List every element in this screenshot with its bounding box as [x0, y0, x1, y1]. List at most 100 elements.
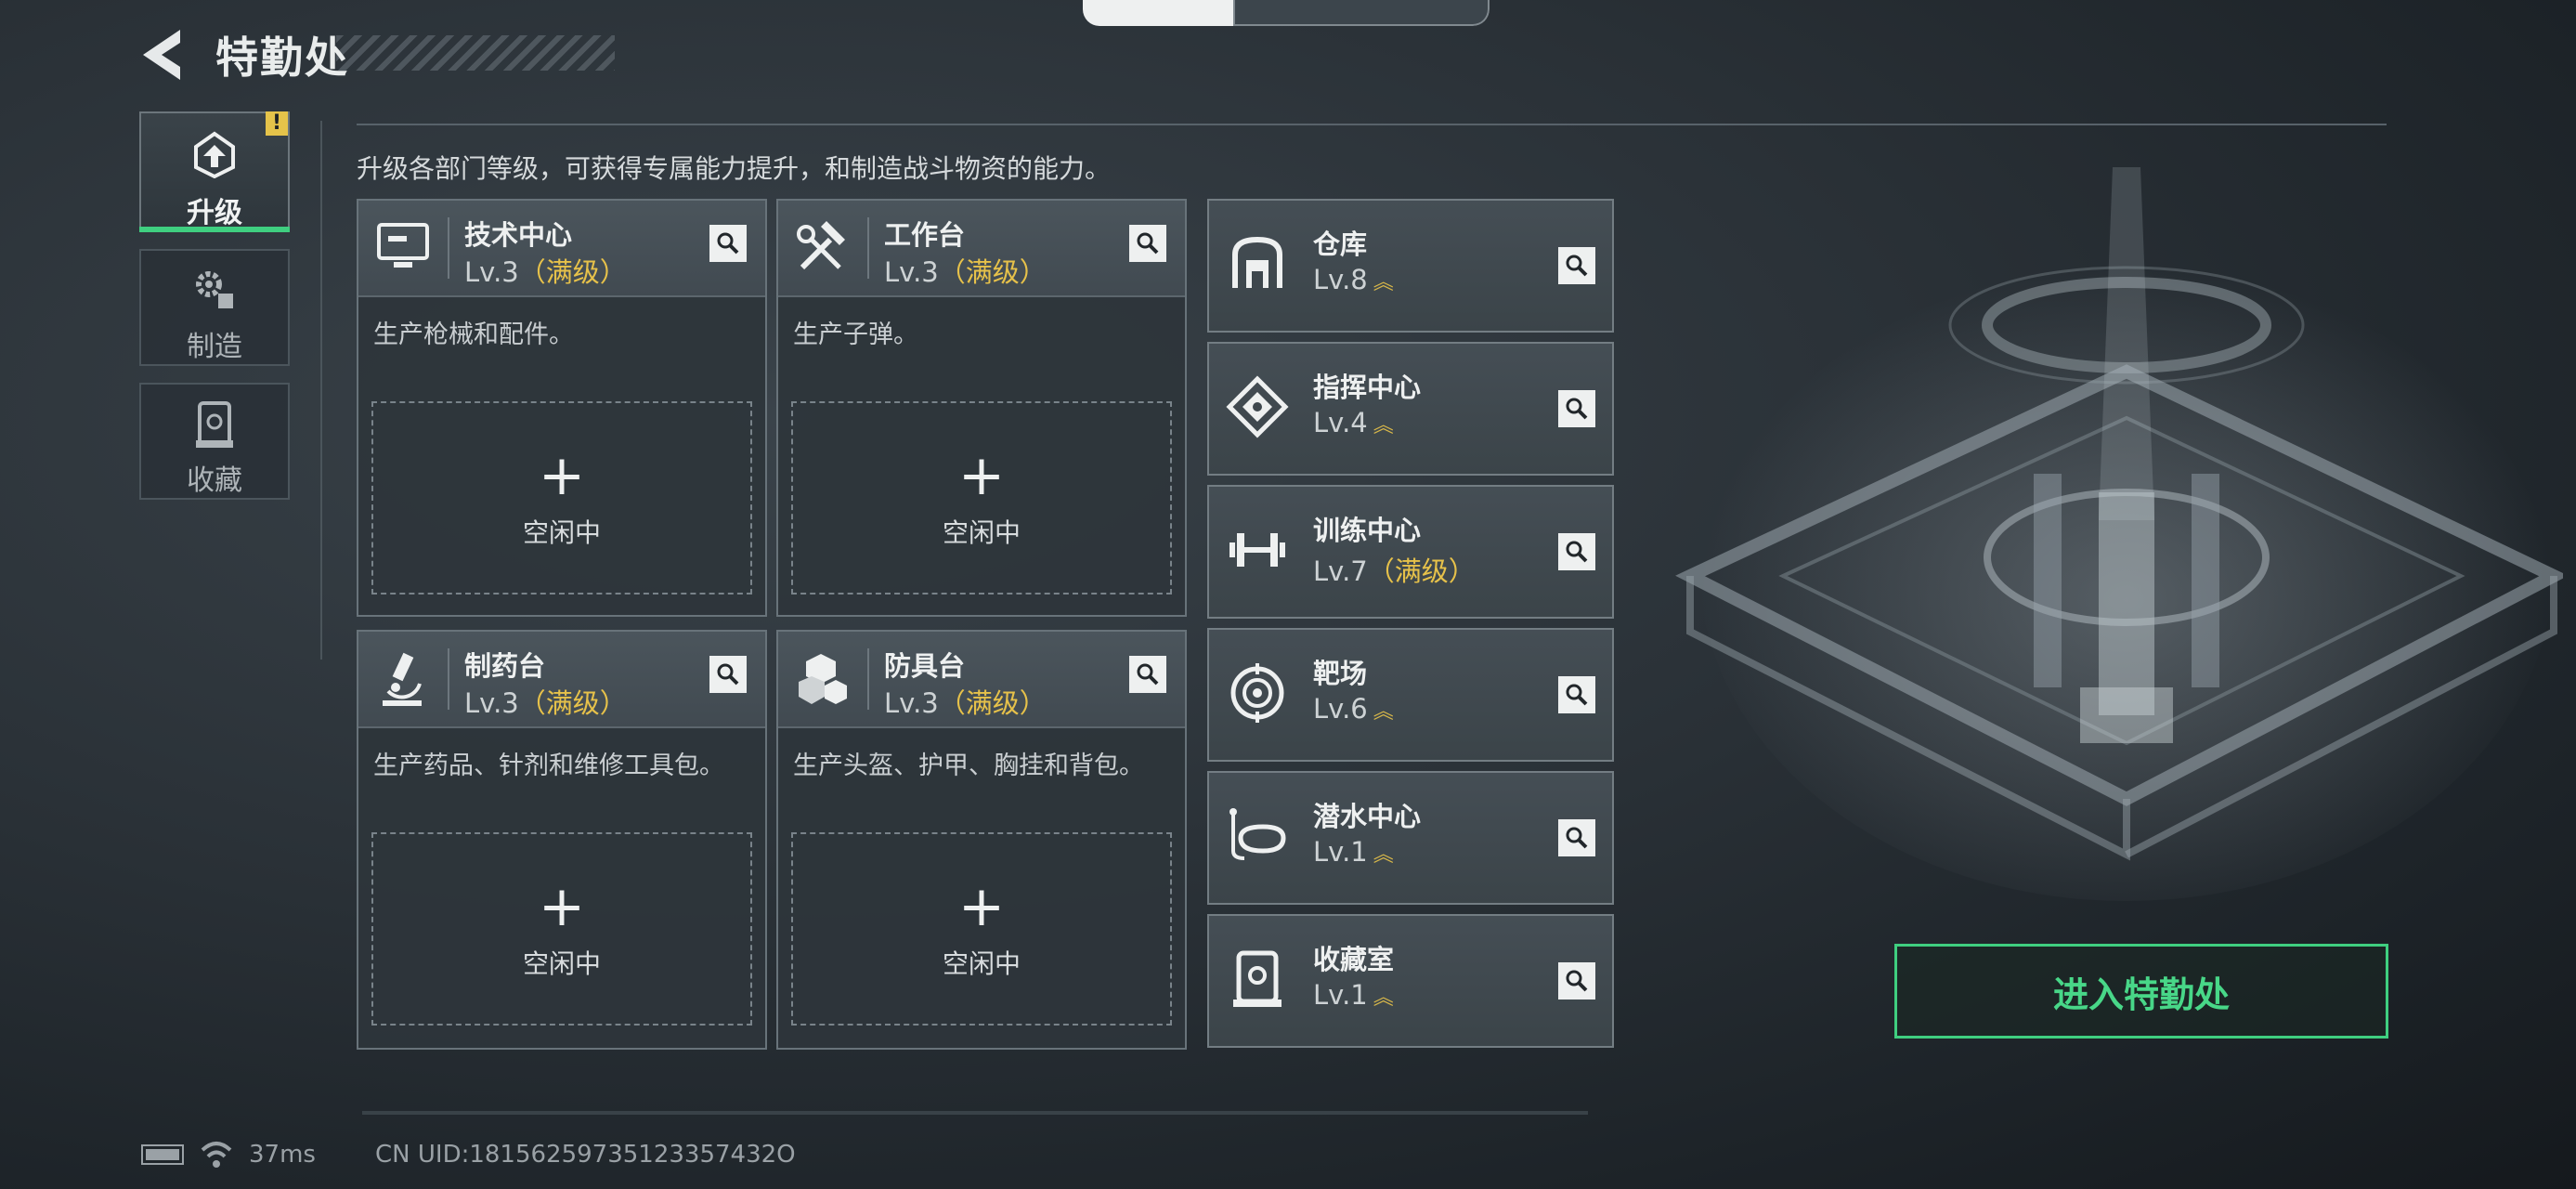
facility-level: Lv.3（满级） — [464, 682, 627, 721]
search-button[interactable] — [1558, 819, 1595, 856]
search-button[interactable] — [1558, 390, 1595, 427]
upgrade-chevron-icon: ︽ — [1373, 271, 1394, 294]
production-slot[interactable]: + 空闲中 — [791, 832, 1172, 1026]
battery-icon — [141, 1144, 184, 1165]
facility-level: Lv.4 ︽ — [1313, 407, 1394, 438]
microscope-icon — [383, 652, 422, 706]
facility-level: Lv.6 ︽ — [1313, 693, 1394, 725]
search-button[interactable] — [1558, 676, 1595, 713]
header-separator — [448, 648, 449, 710]
nav-active-indicator — [139, 227, 290, 232]
search-button[interactable] — [1129, 225, 1166, 262]
facility-warehouse[interactable]: 仓库 Lv.8 ︽ — [1207, 199, 1614, 333]
wifi-icon — [201, 1142, 232, 1168]
level-value: Lv.1 — [1313, 836, 1368, 868]
facility-collection-room[interactable]: 收藏室 Lv.1 ︽ — [1207, 914, 1614, 1048]
facility-level: Lv.1 ︽ — [1313, 836, 1394, 868]
facility-level: Lv.7（满级） — [1313, 550, 1476, 589]
level-value: Lv.7 — [1313, 555, 1368, 587]
facility-shooting-range[interactable]: 靶场 Lv.6 ︽ — [1207, 628, 1614, 762]
command-icon — [1226, 375, 1289, 438]
level-value: Lv.4 — [1313, 407, 1368, 438]
volume-indicator — [1083, 0, 1233, 26]
facility-name: 工作台 — [884, 219, 966, 251]
nav-craft-label: 制造 — [187, 331, 242, 363]
facility-level: Lv.8 ︽ — [1313, 264, 1394, 295]
notch-indicator — [1233, 0, 1490, 26]
search-button[interactable] — [1558, 533, 1595, 570]
alert-badge: ! — [266, 111, 288, 136]
nav-craft[interactable]: 制造 — [139, 249, 290, 366]
header-separator — [867, 217, 869, 279]
facility-card-workbench[interactable]: 工作台 Lv.3（满级） 生产子弹。 + 空闲中 — [776, 199, 1187, 617]
facility-name: 指挥中心 — [1313, 372, 1422, 403]
search-button[interactable] — [709, 225, 747, 262]
search-icon — [1566, 970, 1588, 992]
nav-upgrade-label: 升级 — [187, 197, 242, 229]
armor-icon — [799, 654, 847, 704]
slot-status: 空闲中 — [522, 948, 601, 979]
horizontal-scroll-track — [362, 1111, 1588, 1115]
monitor-icon — [377, 223, 429, 268]
warehouse-icon — [1232, 236, 1282, 288]
facility-name: 仓库 — [1313, 229, 1368, 260]
search-icon — [1137, 232, 1159, 255]
level-value: Lv.6 — [1313, 693, 1368, 725]
collection-room-icon — [1233, 950, 1281, 1007]
facility-card-armor-bench[interactable]: 防具台 Lv.3（满级） 生产头盔、护甲、胸挂和背包。 + 空闲中 — [776, 630, 1187, 1050]
search-button[interactable] — [709, 656, 747, 693]
search-icon — [1566, 255, 1588, 277]
upgrade-chevron-icon: ︽ — [1373, 414, 1394, 438]
max-level-tag: （满级） — [518, 256, 627, 288]
search-button[interactable] — [1558, 247, 1595, 284]
facility-command-center[interactable]: 指挥中心 Lv.4 ︽ — [1207, 342, 1614, 476]
enter-special-ops-button[interactable]: 进入特勤处 — [1894, 944, 2388, 1039]
add-icon: + — [538, 443, 586, 508]
add-icon: + — [957, 443, 1006, 508]
search-icon — [717, 232, 739, 255]
add-icon: + — [957, 874, 1006, 939]
facility-level: Lv.3（满级） — [464, 251, 627, 290]
facility-diving-center[interactable]: 潜水中心 Lv.1 ︽ — [1207, 771, 1614, 905]
back-arrow-icon — [143, 30, 180, 80]
gears-icon — [196, 271, 233, 308]
facility-name: 技术中心 — [464, 219, 573, 251]
slot-status: 空闲中 — [522, 517, 601, 548]
upgrade-chevron-icon: ︽ — [1373, 843, 1394, 867]
max-level-tag: （满级） — [938, 256, 1047, 288]
facility-name: 训练中心 — [1313, 515, 1422, 546]
production-slot[interactable]: + 空闲中 — [791, 401, 1172, 594]
facility-name: 收藏室 — [1313, 944, 1395, 975]
level-value: Lv.3 — [464, 256, 519, 288]
search-icon — [717, 663, 739, 686]
back-button[interactable] — [137, 26, 193, 84]
search-button[interactable] — [1129, 656, 1166, 693]
max-level-tag: （满级） — [938, 687, 1047, 719]
facility-name: 制药台 — [464, 650, 546, 682]
search-button[interactable] — [1558, 962, 1595, 1000]
search-icon — [1566, 827, 1588, 849]
search-icon — [1566, 541, 1588, 563]
level-value: Lv.8 — [1313, 264, 1368, 295]
facility-training-center[interactable]: 训练中心 Lv.7（满级） — [1207, 485, 1614, 619]
network-ping: 37ms — [249, 1141, 316, 1169]
add-icon: + — [538, 874, 586, 939]
max-level-tag: （满级） — [1367, 555, 1476, 587]
upgrade-chevron-icon: ︽ — [1373, 986, 1394, 1010]
upgrade-icon — [194, 131, 235, 178]
header-separator — [448, 217, 449, 279]
header-separator — [867, 648, 869, 710]
level-value: Lv.3 — [464, 687, 519, 719]
facility-card-pharmacy[interactable]: 制药台 Lv.3（满级） 生产药品、针剂和维修工具包。 + 空闲中 — [357, 630, 767, 1050]
facility-card-tech-center[interactable]: 技术中心 Lv.3（满级） 生产枪械和配件。 + 空闲中 — [357, 199, 767, 617]
facility-name: 防具台 — [884, 650, 966, 682]
diving-mask-icon — [1229, 808, 1286, 860]
facility-description: 生产子弹。 — [793, 320, 918, 349]
base-hologram-illustration — [1675, 167, 2563, 901]
upgrade-chevron-icon: ︽ — [1373, 700, 1394, 724]
nav-collection[interactable]: 收藏 — [139, 383, 290, 500]
production-slot[interactable]: + 空闲中 — [371, 832, 752, 1026]
top-status-pill — [1083, 0, 1490, 26]
production-slot[interactable]: + 空闲中 — [371, 401, 752, 594]
slot-status: 空闲中 — [942, 948, 1021, 979]
